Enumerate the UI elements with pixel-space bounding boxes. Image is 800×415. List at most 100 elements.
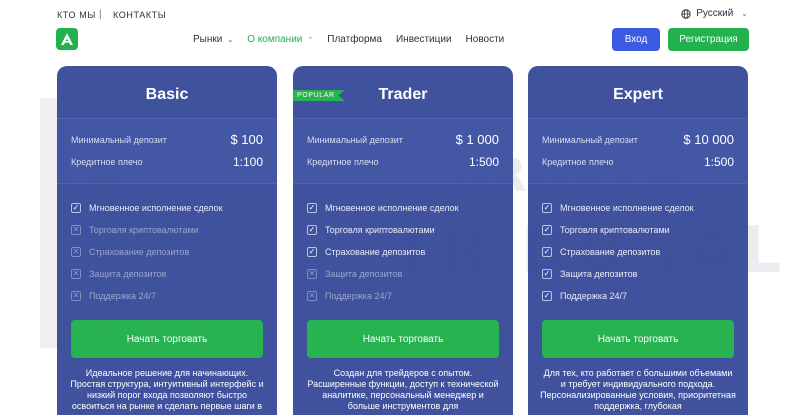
top-bar: КТО МЫ | КОНТАКТЫ Русский ⌄ <box>0 0 800 30</box>
feature-item: ✓ Поддержка 24/7 <box>542 285 734 307</box>
start-trading-button[interactable]: Начать торговать <box>307 320 499 358</box>
nav-item-investments[interactable]: Инвестиции <box>396 34 452 45</box>
check-icon: ✓ <box>307 225 317 235</box>
plan-card-basic: Basic Минимальный депозит $ 100 Кредитно… <box>57 66 277 415</box>
language-selector[interactable]: Русский ⌄ <box>681 8 748 19</box>
feature-item: ✓ Мгновенное исполнение сделок <box>542 197 734 219</box>
leverage-value: 1:100 <box>232 155 263 169</box>
plan-metrics: Минимальный депозит $ 10 000 Кредитное п… <box>528 118 748 184</box>
feature-label: Страхование депозитов <box>560 247 661 257</box>
cross-icon: ✕ <box>71 225 81 235</box>
deposit-label: Минимальный депозит <box>71 134 167 145</box>
leverage-value: 1:500 <box>468 155 499 169</box>
leverage-row: Кредитное плечо 1:100 <box>71 155 263 169</box>
deposit-value: $ 1 000 <box>455 132 499 147</box>
plan-description: Для тех, кто работает с большими объемам… <box>540 368 736 411</box>
feature-item: ✕ Поддержка 24/7 <box>71 285 263 307</box>
feature-item: ✓ Торговля криптовалютами <box>542 219 734 241</box>
feature-item: ✓ Торговля криптовалютами <box>307 219 499 241</box>
deposit-row: Минимальный депозит $ 100 <box>71 132 263 147</box>
plan-description: Создан для трейдеров с опытом. Расширенн… <box>307 368 499 411</box>
register-button[interactable]: Регистрация <box>668 28 749 51</box>
top-link-contacts[interactable]: КОНТАКТЫ <box>113 10 166 20</box>
logo-icon <box>61 33 73 45</box>
feature-label: Поддержка 24/7 <box>89 291 156 301</box>
nav-item-label: Платформа <box>327 34 382 45</box>
feature-list: ✓ Мгновенное исполнение сделок ✓ Торговля к… <box>307 197 499 307</box>
deposit-value: $ 100 <box>230 132 263 147</box>
plan-title: Trader <box>378 86 428 103</box>
plan-card-trader: POPULAR Trader Минимальный депозит $ 1 0… <box>293 66 513 415</box>
brand-logo[interactable] <box>56 28 78 50</box>
feature-item: ✕ Страхование депозитов <box>71 241 263 263</box>
feature-item: ✕ Защита депозитов <box>307 263 499 285</box>
feature-label: Поддержка 24/7 <box>560 291 627 301</box>
deposit-label: Минимальный депозит <box>542 134 638 145</box>
nav-item-markets[interactable]: Рынки ⌄ <box>193 34 233 45</box>
language-label: Русский <box>696 8 734 19</box>
feature-item: ✓ Мгновенное исполнение сделок <box>307 197 499 219</box>
leverage-row: Кредитное плечо 1:500 <box>542 155 734 169</box>
nav-item-platform[interactable]: Платформа <box>327 34 382 45</box>
plan-metrics: Минимальный депозит $ 1 000 Кредитное пл… <box>293 118 513 184</box>
main-nav: Рынки ⌄ О компании ⌃ Платформа Инвестици… <box>193 34 518 45</box>
check-icon: ✓ <box>542 269 552 279</box>
feature-item: ✓ Мгновенное исполнение сделок <box>71 197 263 219</box>
feature-label: Торговля криптовалютами <box>89 225 199 235</box>
top-separator: | <box>99 9 102 20</box>
top-link-about[interactable]: КТО МЫ <box>57 10 96 20</box>
deposit-row: Минимальный депозит $ 1 000 <box>307 132 499 147</box>
start-trading-button[interactable]: Начать торговать <box>71 320 263 358</box>
cross-icon: ✕ <box>307 291 317 301</box>
plan-title: Basic <box>145 86 189 103</box>
feature-label: Торговля криптовалютами <box>560 225 670 235</box>
leverage-row: Кредитное плечо 1:500 <box>307 155 499 169</box>
feature-item: ✓ Страхование депозитов <box>542 241 734 263</box>
nav-item-label: Новости <box>465 34 505 45</box>
feature-item: ✓ Страхование депозитов <box>307 241 499 263</box>
nav-item-news[interactable]: Новости <box>466 34 505 45</box>
feature-label: Защита депозитов <box>560 269 638 279</box>
leverage-label: Кредитное плечо <box>71 157 143 167</box>
start-trading-button[interactable]: Начать торговать <box>542 320 734 358</box>
nav-item-label: Рынки <box>193 34 223 45</box>
check-icon: ✓ <box>542 247 552 257</box>
leverage-value: 1:500 <box>703 155 734 169</box>
login-button[interactable]: Вход <box>612 28 660 51</box>
feature-label: Мгновенное исполнение сделок <box>560 203 694 213</box>
chevron-up-icon: ⌃ <box>307 36 314 44</box>
check-icon: ✓ <box>71 203 81 213</box>
feature-item: ✓ Защита депозитов <box>542 263 734 285</box>
feature-item: ✕ Торговля криптовалютами <box>71 219 263 241</box>
chevron-down-icon: ⌄ <box>741 9 748 18</box>
cross-icon: ✕ <box>71 247 81 257</box>
leverage-label: Кредитное плечо <box>542 157 614 167</box>
plan-card-expert: Expert Минимальный депозит $ 10 000 Кред… <box>528 66 748 415</box>
check-icon: ✓ <box>307 203 317 213</box>
globe-icon <box>681 8 691 19</box>
nav-item-about[interactable]: О компании ⌃ <box>247 34 313 45</box>
feature-label: Поддержка 24/7 <box>325 291 392 301</box>
check-icon: ✓ <box>542 225 552 235</box>
feature-label: Страхование депозитов <box>325 247 426 257</box>
feature-label: Мгновенное исполнение сделок <box>89 203 223 213</box>
plan-description: Идеальное решение для начинающих. Проста… <box>70 368 264 411</box>
plan-metrics: Минимальный депозит $ 100 Кредитное плеч… <box>57 118 277 184</box>
feature-list: ✓ Мгновенное исполнение сделок ✕ Торговля к… <box>71 197 263 307</box>
feature-label: Страхование депозитов <box>89 247 190 257</box>
feature-item: ✕ Защита депозитов <box>71 263 263 285</box>
cross-icon: ✕ <box>71 269 81 279</box>
feature-label: Защита депозитов <box>325 269 403 279</box>
feature-label: Торговля криптовалютами <box>325 225 435 235</box>
deposit-label: Минимальный депозит <box>307 134 403 145</box>
nav-item-label: О компании <box>247 34 303 45</box>
deposit-row: Минимальный депозит $ 10 000 <box>542 132 734 147</box>
feature-label: Мгновенное исполнение сделок <box>325 203 459 213</box>
chevron-down-icon: ⌄ <box>227 36 234 44</box>
leverage-label: Кредитное плечо <box>307 157 379 167</box>
deposit-value: $ 10 000 <box>683 132 734 147</box>
check-icon: ✓ <box>307 247 317 257</box>
check-icon: ✓ <box>542 291 552 301</box>
feature-label: Защита депозитов <box>89 269 167 279</box>
feature-list: ✓ Мгновенное исполнение сделок ✓ Торговля к… <box>542 197 734 307</box>
